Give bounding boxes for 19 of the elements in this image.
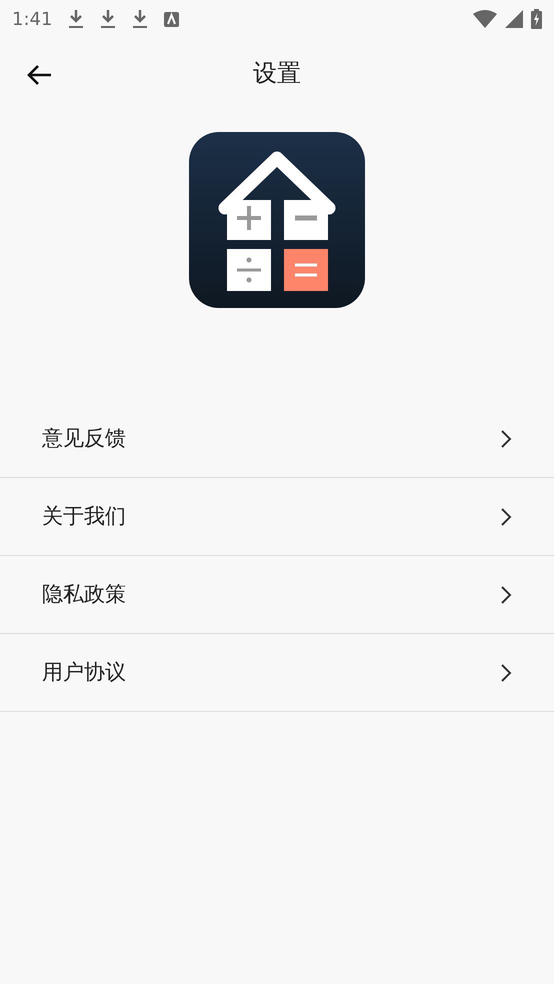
battery-icon	[531, 9, 542, 29]
wifi-icon	[473, 10, 497, 28]
page-title: 设置	[253, 58, 301, 89]
chevron-right-icon	[500, 428, 512, 448]
app-notification-icon	[164, 12, 180, 26]
app-logo-icon	[189, 132, 365, 308]
chevron-right-icon	[500, 584, 512, 604]
back-arrow-icon	[26, 64, 52, 86]
chevron-right-icon	[500, 662, 512, 682]
download-icon	[68, 10, 84, 28]
menu-item[interactable]: 用户协议	[0, 634, 554, 712]
download-icon	[100, 10, 116, 28]
menu-item[interactable]: 隐私政策	[0, 556, 554, 634]
download-icon	[132, 10, 148, 28]
status-time: 1:41	[12, 8, 52, 32]
menu-item[interactable]: 意见反馈	[0, 400, 554, 478]
chevron-right-icon	[500, 506, 512, 526]
menu-item[interactable]: 关于我们	[0, 478, 554, 556]
signal-icon	[505, 10, 523, 28]
